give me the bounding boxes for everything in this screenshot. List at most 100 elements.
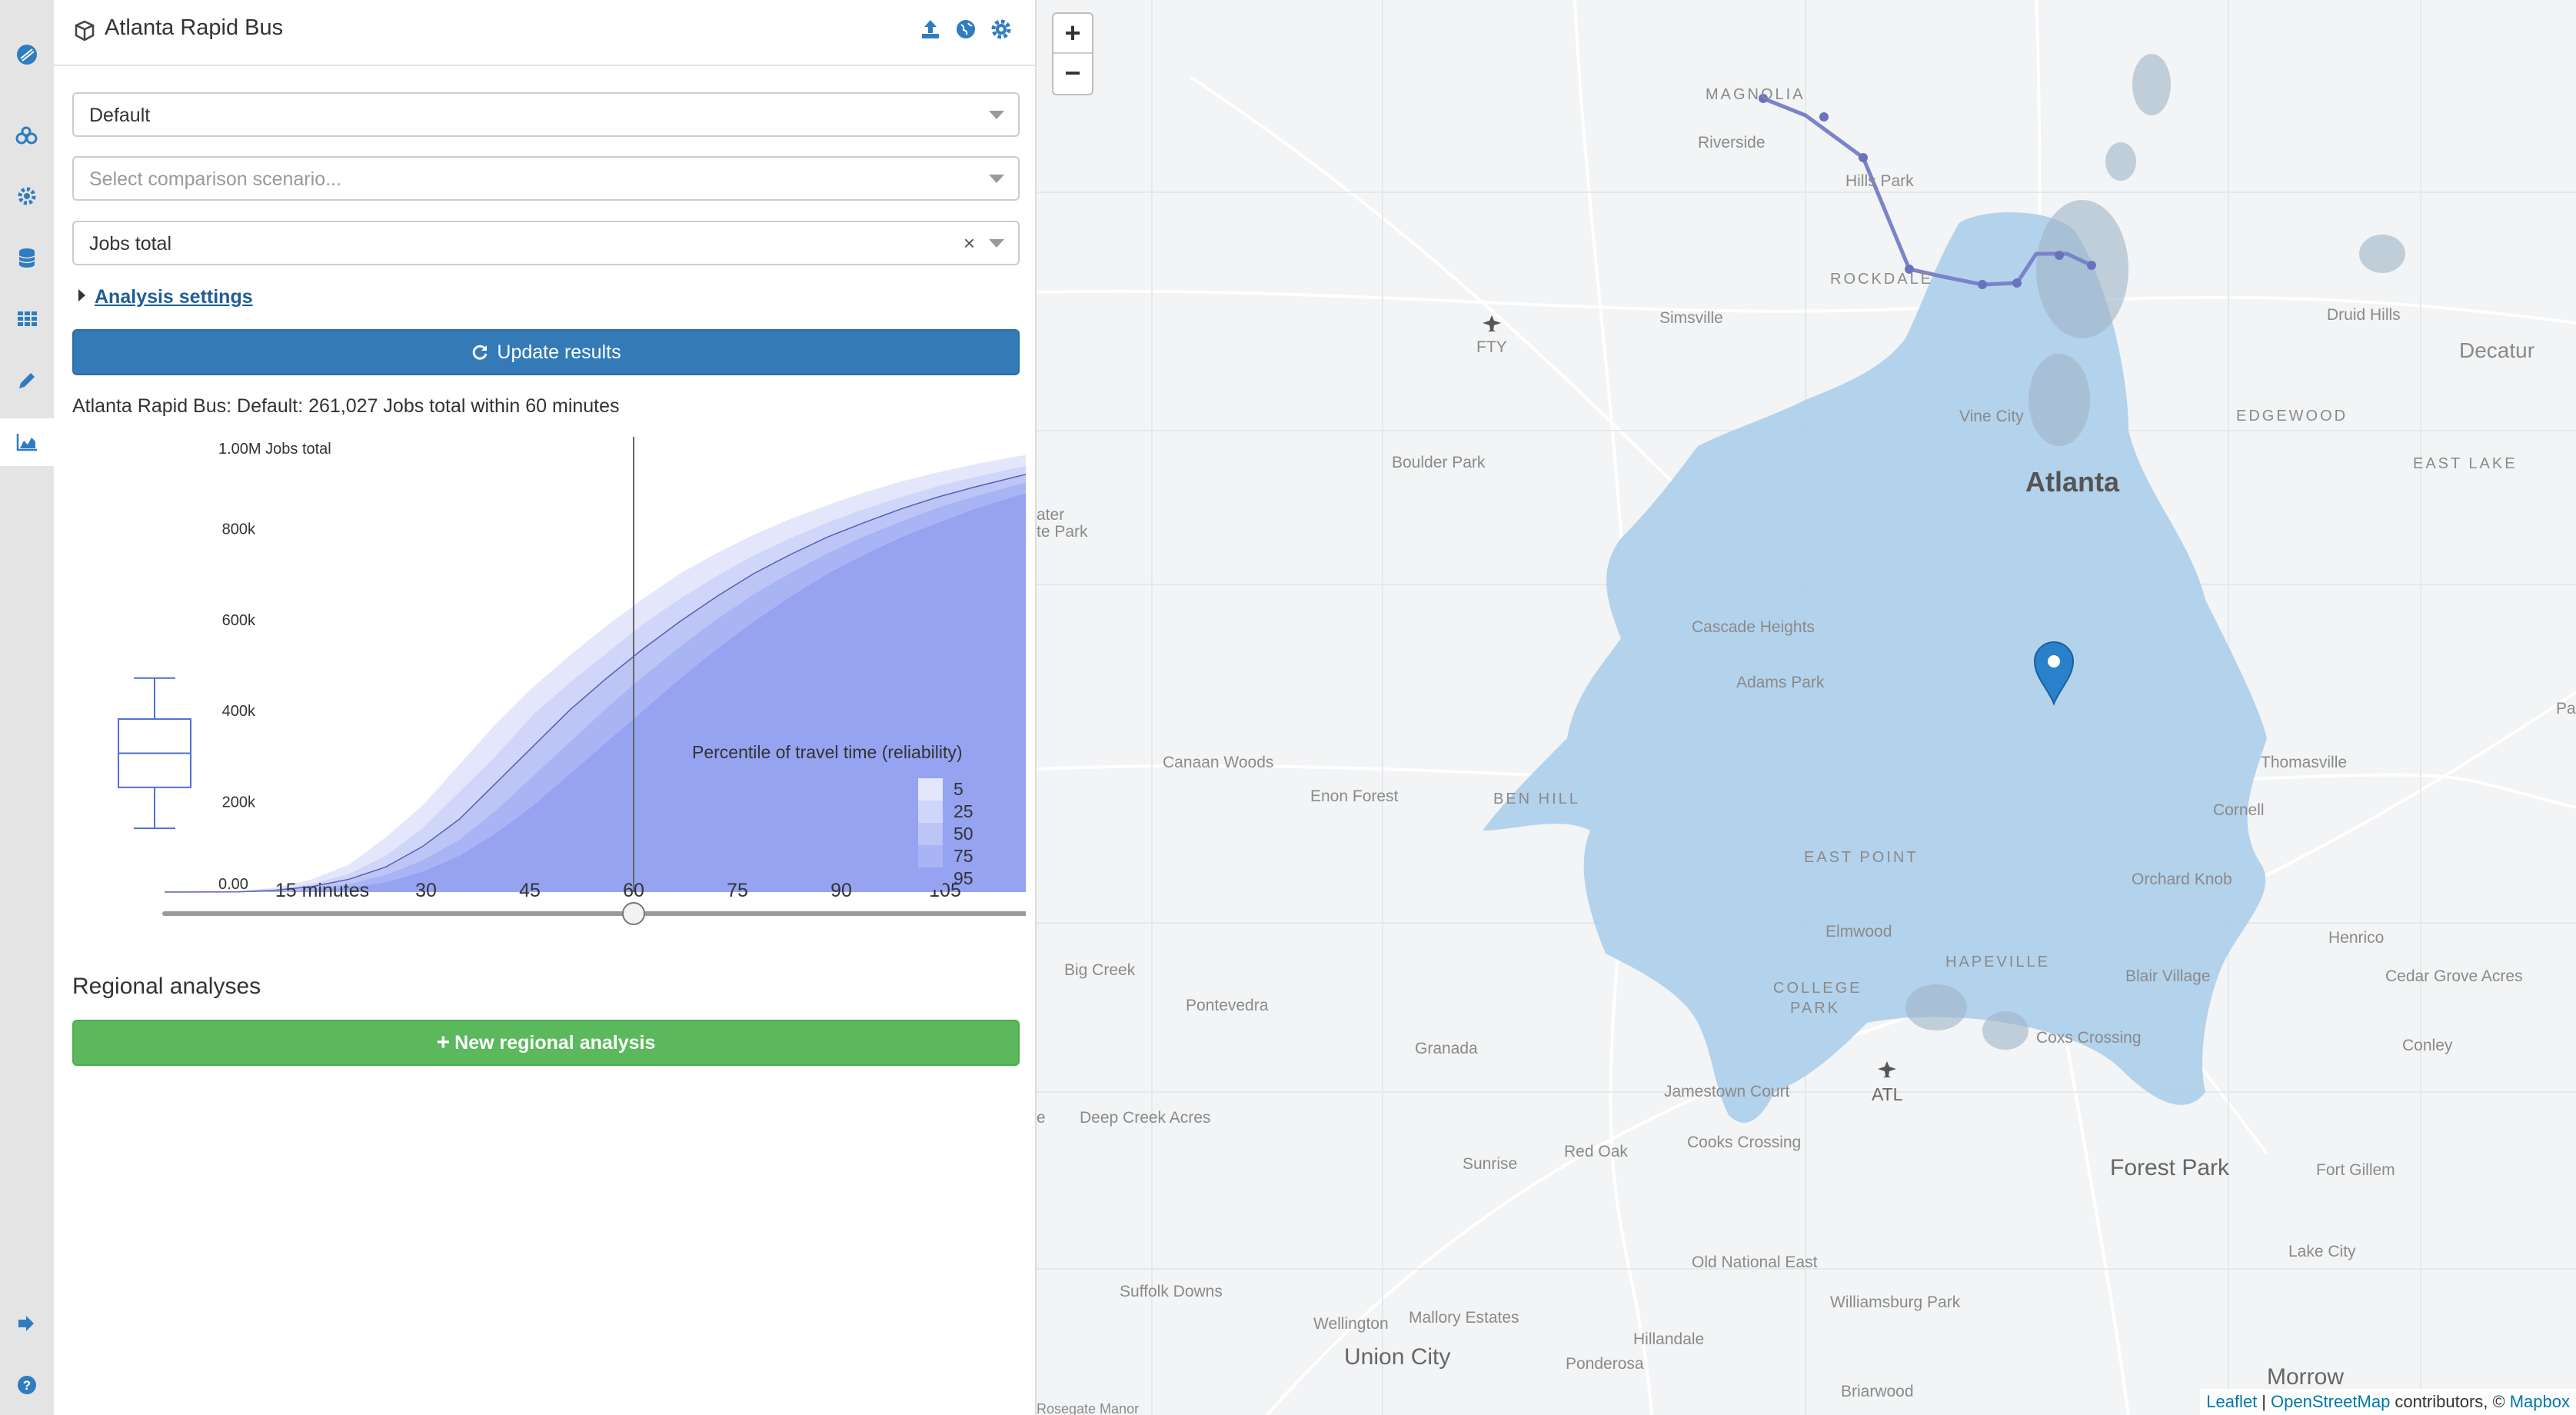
map-label: Rosegate Manor bbox=[1037, 1401, 1140, 1415]
map-label: Deep Creek Acres bbox=[1080, 1109, 1211, 1127]
y-tick-label: 600k bbox=[222, 612, 256, 629]
map-label: Morrow bbox=[2267, 1364, 2345, 1390]
update-results-label: Update results bbox=[497, 341, 621, 363]
map-label: Fort Gillem bbox=[2316, 1161, 2395, 1179]
legend-swatch bbox=[918, 801, 943, 823]
opportunity-dataset-select[interactable]: Jobs total × bbox=[72, 221, 1020, 265]
y-tick-label: 400k bbox=[222, 703, 256, 720]
comparison-placeholder: Select comparison scenario... bbox=[89, 168, 341, 190]
map-label: Williamsburg Park bbox=[1830, 1293, 1961, 1311]
chevron-down-icon bbox=[989, 175, 1004, 183]
zoom-in-button[interactable]: + bbox=[1053, 14, 1092, 54]
svg-text:?: ? bbox=[23, 1378, 31, 1393]
map-label-forest-park: Forest Park bbox=[2110, 1155, 2230, 1180]
legend-label: 50 bbox=[954, 824, 973, 844]
legend-label: 25 bbox=[954, 801, 973, 821]
update-results-button[interactable]: Update results bbox=[72, 329, 1020, 375]
map-canvas[interactable] bbox=[1037, 0, 2576, 1415]
logo-icon[interactable] bbox=[0, 31, 54, 78]
x-tick-label: 15 minutes bbox=[275, 880, 369, 901]
x-tick-label: 30 bbox=[415, 880, 437, 901]
map-label: Riverside bbox=[1698, 134, 1766, 151]
legend-label: 95 bbox=[954, 868, 973, 888]
y-tick-label: 800k bbox=[222, 521, 256, 538]
map-label: Conley bbox=[2402, 1037, 2453, 1054]
openstreetmap-link[interactable]: OpenStreetMap bbox=[2271, 1392, 2390, 1412]
comparison-scenario-select[interactable]: Select comparison scenario... bbox=[72, 156, 1020, 201]
gear-icon[interactable] bbox=[989, 17, 1013, 42]
project-title: Atlanta Rapid Bus bbox=[105, 15, 284, 40]
percentile-bands bbox=[164, 454, 1026, 893]
pencil-icon[interactable] bbox=[0, 357, 54, 405]
map-attribution: Leaflet | OpenStreetMap contributors, © … bbox=[2200, 1389, 2576, 1415]
new-regional-analysis-button[interactable]: + New regional analysis bbox=[72, 1020, 1020, 1066]
legend-swatch bbox=[918, 778, 943, 801]
help-icon[interactable]: ? bbox=[0, 1361, 54, 1409]
new-regional-analysis-label: New regional analysis bbox=[454, 1031, 656, 1054]
leaflet-link[interactable]: Leaflet bbox=[2206, 1392, 2257, 1412]
map[interactable]: MAGNOLIA Riverside Hills Park ROCKDALE S… bbox=[1037, 0, 2576, 1415]
boxplot bbox=[118, 677, 191, 830]
map-label: Lake City bbox=[2288, 1243, 2356, 1260]
scenario-select[interactable]: Default bbox=[72, 92, 1020, 137]
map-label: EDGEWOOD bbox=[2236, 408, 2348, 424]
map-label: Canaan Woods bbox=[1163, 754, 1274, 771]
map-label: Vine City bbox=[1959, 408, 2024, 425]
x-tick-label: 45 bbox=[519, 880, 541, 901]
map-label: Pontevedra bbox=[1186, 997, 1269, 1014]
refresh-icon bbox=[473, 345, 488, 360]
map-label: HAPEVILLE bbox=[1945, 954, 2050, 971]
map-label: Mallory Estates bbox=[1409, 1309, 1519, 1327]
map-label: Hillandale bbox=[1633, 1330, 1705, 1348]
map-label: EAST POINT bbox=[1804, 849, 1919, 866]
regional-analyses-title: Regional analyses bbox=[72, 974, 261, 999]
plus-icon: + bbox=[436, 1030, 451, 1055]
map-label: e bbox=[1037, 1109, 1046, 1127]
legend-swatch bbox=[918, 823, 943, 845]
clear-icon[interactable]: × bbox=[964, 231, 975, 255]
legend-swatch bbox=[918, 845, 943, 867]
y-tick-label: 200k bbox=[222, 794, 256, 811]
map-label: te Park bbox=[1037, 523, 1088, 541]
map-label: ROCKDALE bbox=[1830, 271, 1934, 288]
map-label: Henrico bbox=[2328, 929, 2385, 947]
chevron-down-icon bbox=[989, 111, 1004, 119]
slider-handle[interactable] bbox=[622, 902, 645, 925]
zoom-out-button[interactable]: − bbox=[1053, 54, 1092, 92]
map-label: Coxs Crossing bbox=[2036, 1029, 2142, 1047]
map-label: FTY bbox=[1476, 338, 1507, 356]
settings-icon[interactable] bbox=[0, 172, 54, 220]
globe-icon[interactable] bbox=[954, 17, 978, 42]
map-label: Big Creek bbox=[1064, 961, 1136, 979]
analysis-settings-label: Analysis settings bbox=[95, 286, 253, 308]
database-icon[interactable] bbox=[0, 234, 54, 281]
map-label: ater bbox=[1037, 506, 1065, 524]
upload-icon[interactable] bbox=[918, 17, 943, 42]
logout-icon[interactable] bbox=[0, 1300, 54, 1347]
grid-icon[interactable] bbox=[0, 295, 54, 343]
analysis-settings-toggle[interactable]: Analysis settings bbox=[78, 286, 253, 308]
map-label: Granada bbox=[1415, 1040, 1478, 1057]
map-label: Cascade Heights bbox=[1692, 618, 1815, 636]
legend-label: 75 bbox=[954, 846, 973, 866]
map-label: Adams Park bbox=[1736, 674, 1825, 691]
map-label: Suffolk Downs bbox=[1120, 1283, 1223, 1300]
map-label: Briarwood bbox=[1841, 1383, 1914, 1400]
x-tick-label: 75 bbox=[727, 880, 748, 901]
map-label: Thomasville bbox=[2261, 754, 2348, 771]
map-label: Cornell bbox=[2213, 801, 2265, 819]
chart-icon[interactable] bbox=[0, 418, 54, 466]
network-icon[interactable] bbox=[0, 112, 54, 160]
cube-icon bbox=[75, 20, 95, 42]
time-cutoff-slider[interactable] bbox=[162, 902, 1026, 925]
mapbox-link[interactable]: Mapbox bbox=[2510, 1392, 2570, 1412]
map-label: PARK bbox=[1790, 1000, 1840, 1017]
y-tick-label: 0.00 bbox=[218, 876, 248, 893]
map-label: Ponderosa bbox=[1566, 1355, 1644, 1373]
map-label: Cedar Grove Acres bbox=[2385, 967, 2523, 985]
map-label: COLLEGE bbox=[1773, 980, 1862, 997]
map-label: Hills Park bbox=[1845, 172, 1914, 190]
caret-right-icon bbox=[78, 289, 85, 301]
map-label: Druid Hills bbox=[2327, 306, 2401, 324]
map-label: MAGNOLIA bbox=[1706, 86, 1806, 103]
